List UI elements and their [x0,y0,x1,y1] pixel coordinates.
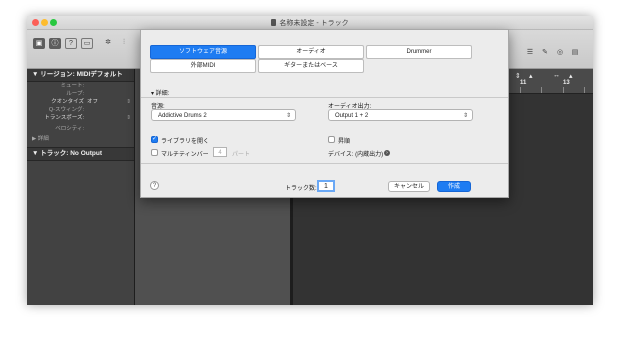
inspector-row-label: Q-スウィング: [48,107,84,113]
loop-browser-icon[interactable]: ◎ [555,48,565,57]
multitimbral-label: マルチティンバー [161,152,209,158]
type-audio-button[interactable]: オーディオ [258,45,364,59]
chevron-updown-icon: ⇕ [285,113,291,119]
track-header[interactable]: ▼ トラック: No Output [27,147,134,161]
audio-output-popup[interactable]: Output 1 + 2 ⇕ [328,109,473,121]
logic-window: 名称未設定 - トラック ▣ ⓘ ? ▭ ✲ ⫶ ☰ ✎ ◎ ▤ ▼ リージョン… [27,16,593,305]
window-title-text: 名称未設定 - トラック [279,20,349,27]
inspector-row-qswing[interactable]: Q-スウィング: [27,106,134,114]
smart-controls-icon[interactable]: ✲ [103,38,113,47]
ruler-tick [541,87,542,93]
type-software-instrument-button[interactable]: ソフトウェア音源 [150,45,256,59]
audio-output-value: Output 1 + 2 [335,113,369,119]
quantize-value: オフ [87,99,99,105]
chevron-updown-icon: ⇕ [462,113,468,119]
detail-label: 詳細 [37,136,49,142]
horizontal-zoom-slider-icon[interactable]: ▴ [569,72,573,80]
cancel-button[interactable]: キャンセル [388,181,430,192]
inspector-row-loop[interactable]: ループ: [27,90,134,98]
chevron-updown-icon: ⇕ [126,99,131,105]
detail-disclosure[interactable]: ▶ 詳細 [27,135,134,143]
device-label: デバイス: (内蔵出力) [328,152,384,158]
track-count-field[interactable]: 1 [317,180,335,192]
type-external-midi-button[interactable]: 外部MIDI [150,59,256,73]
new-track-dialog: ソフトウェア音源 オーディオ Drummer 外部MIDI ギターまたはベース … [140,29,509,198]
separator [141,163,508,164]
window-title: 名称未設定 - トラック [27,18,593,28]
inspector-row-transpose[interactable]: トランスポーズ: ⇕ [27,114,134,122]
ruler-tick [520,87,521,93]
browser-icon[interactable]: ▤ [570,48,580,57]
inspector-row-label: トランスポーズ: [44,115,84,121]
inspector-row-label: ベロシティ: [55,126,84,132]
separator [141,97,508,98]
create-button[interactable]: 作成 [437,181,471,192]
note-pad-icon[interactable]: ✎ [540,48,550,57]
inspector-row-velocity[interactable]: ベロシティ: [27,125,134,133]
ascending-label: 昇順 [338,139,351,145]
ruler-bar-number: 11 [520,80,527,86]
track-header-label: トラック: No Output [40,150,102,157]
parts-count-field[interactable]: 4 [213,147,227,157]
inspector-row-quantize[interactable]: クオンタイズ オフ ⇕ [27,98,134,106]
open-library-checkbox[interactable] [151,135,158,143]
type-drummer-button[interactable]: Drummer [366,45,472,59]
inspector-row-mute[interactable]: ミュート: [27,82,134,90]
quick-help-icon[interactable]: ? [65,38,77,49]
chevron-updown-icon: ⇕ [126,115,131,121]
track-count-label: トラック数: [285,186,317,192]
details-disclosure[interactable]: ▾ 詳細: [151,88,169,97]
document-icon [271,19,277,26]
inspector-row-label: ループ: [66,91,84,97]
info-arrow-icon[interactable]: › [384,150,390,156]
inspector-row-label: ミュート: [60,83,84,89]
toolbar-toggle-icon[interactable]: ▭ [81,38,93,49]
source-popup[interactable]: Addictive Drums 2 ⇕ [151,109,296,121]
horizontal-zoom-icon[interactable]: ↔ [553,72,560,79]
ruler-tick [563,87,564,93]
help-button[interactable]: ? [150,181,159,190]
waveform-zoom-icon[interactable]: ▴ [529,72,533,80]
type-guitar-bass-button[interactable]: ギターまたはベース [258,59,364,73]
ascending-checkbox[interactable] [328,136,335,143]
inspector-icon[interactable]: ⓘ [49,38,61,49]
region-header[interactable]: ▼ リージョン: MIDIデフォルト [27,69,134,82]
inspector-row-label: クオンタイズ [51,99,84,105]
parts-label: パート [232,152,251,158]
library-icon[interactable]: ▣ [33,38,45,49]
multitimbral-checkbox[interactable] [151,149,158,156]
region-header-label: リージョン: MIDIデフォルト [40,71,123,78]
ruler-tick [584,87,585,93]
vertical-zoom-icon[interactable]: ⇕ [515,72,521,80]
list-editors-icon[interactable]: ☰ [525,48,535,57]
ruler-bar-number: 13 [563,80,570,86]
source-value: Addictive Drums 2 [158,113,207,119]
mixer-icon[interactable]: ⫶ [119,38,129,47]
inspector-panel: ▼ リージョン: MIDIデフォルト ミュート: ループ: クオンタイズ オフ … [27,69,135,305]
open-library-label: ライブラリを開く [161,139,210,145]
title-bar: 名称未設定 - トラック [27,16,593,30]
